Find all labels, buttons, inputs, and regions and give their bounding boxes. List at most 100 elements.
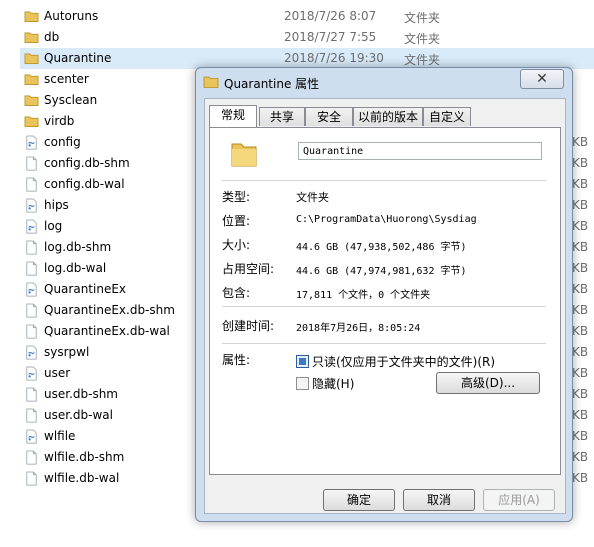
file-size: KB (572, 156, 589, 170)
apply-button[interactable]: 应用(A) (483, 489, 555, 511)
file-size: KB (572, 429, 589, 443)
separator (222, 343, 546, 344)
blank-file-icon (24, 450, 39, 465)
db-file-icon (24, 219, 39, 234)
blank-file-icon (24, 156, 39, 171)
tab-general[interactable]: 常规 (209, 105, 257, 127)
file-date: 2018/7/26 19:30 (284, 51, 384, 65)
tab-security[interactable]: 安全 (305, 107, 353, 126)
file-size: KB (572, 303, 589, 317)
file-size: KB (572, 450, 589, 464)
file-name: wlfile.db-shm (44, 450, 125, 464)
file-name: wlfile (44, 429, 76, 443)
general-panel: Quarantine 类型: 文件夹 位置: C:\ProgramData\Hu… (209, 127, 561, 475)
ok-button[interactable]: 确定 (323, 489, 395, 511)
file-type: 文件夹 (404, 53, 441, 67)
location-value: C:\ProgramData\Huorong\Sysdiag (296, 214, 477, 225)
size-label: 大小: (222, 238, 251, 252)
type-label: 类型: (222, 190, 251, 204)
blank-file-icon (24, 177, 39, 192)
size-on-disk-value: 44.6 GB (47,974,981,632 字节) (296, 266, 467, 277)
advanced-button[interactable]: 高级(D)... (436, 372, 540, 394)
file-name: user (44, 366, 71, 380)
file-type: 文件夹 (404, 11, 441, 25)
dialog-title: Quarantine 属性 (224, 77, 320, 91)
readonly-label[interactable]: 只读(仅应用于文件夹中的文件)(R) (312, 353, 495, 370)
file-name: db (44, 30, 60, 44)
file-row[interactable]: Autoruns 2018/7/26 8:07 文件夹 (20, 6, 594, 27)
file-name: log.db-wal (44, 261, 107, 275)
blank-file-icon (24, 387, 39, 402)
tab-sharing[interactable]: 共享 (259, 107, 305, 126)
file-type: 文件夹 (404, 32, 441, 46)
folder-icon (24, 9, 39, 24)
file-size: KB (572, 345, 589, 359)
folder-icon (24, 114, 39, 129)
file-size: KB (572, 366, 589, 380)
db-file-icon (24, 345, 39, 360)
contains-label: 包含: (222, 286, 251, 300)
file-name: hips (44, 198, 69, 212)
file-name: config.db-shm (44, 156, 130, 170)
file-name: QuarantineEx.db-wal (44, 324, 170, 338)
properties-dialog: Quarantine 属性 ✕ 常规 共享 安全 以前的版本 自定义 Quara… (195, 67, 573, 522)
type-value: 文件夹 (296, 191, 329, 204)
db-file-icon (24, 282, 39, 297)
large-folder-icon (231, 143, 257, 167)
close-button[interactable]: ✕ (520, 69, 564, 89)
hidden-checkbox[interactable] (296, 377, 309, 390)
file-name: Quarantine (44, 51, 112, 65)
folder-icon (24, 30, 39, 45)
file-name: scenter (44, 72, 89, 86)
folder-icon (203, 76, 219, 88)
file-row[interactable]: db 2018/7/27 7:55 文件夹 (20, 27, 594, 48)
db-file-icon (24, 198, 39, 213)
separator (222, 180, 546, 181)
file-name: sysrpwl (44, 345, 90, 359)
file-name: wlfile.db-wal (44, 471, 120, 485)
size-value: 44.6 GB (47,938,502,486 字节) (296, 242, 467, 253)
file-size: KB (572, 135, 589, 149)
folder-name-field[interactable]: Quarantine (298, 142, 542, 160)
file-name: config.db-wal (44, 177, 125, 191)
folder-icon (24, 51, 39, 66)
file-name: config (44, 135, 81, 149)
contains-value: 17,811 个文件，0 个文件夹 (296, 290, 431, 301)
blank-file-icon (24, 408, 39, 423)
created-label: 创建时间: (222, 319, 275, 333)
file-size: KB (572, 219, 589, 233)
file-size: KB (572, 261, 589, 275)
file-name: QuarantineEx.db-shm (44, 303, 175, 317)
folder-icon (24, 93, 39, 108)
file-name: user.db-wal (44, 408, 113, 422)
folder-icon (24, 72, 39, 87)
blank-file-icon (24, 303, 39, 318)
file-size: KB (572, 240, 589, 254)
file-row[interactable]: Quarantine 2018/7/26 19:30 文件夹 (20, 48, 594, 69)
created-value: 2018年7月26日，8:05:24 (296, 323, 421, 334)
file-name: log.db-shm (44, 240, 112, 254)
file-name: QuarantineEx (44, 282, 127, 296)
db-file-icon (24, 429, 39, 444)
file-size: KB (572, 324, 589, 338)
tab-customize[interactable]: 自定义 (423, 107, 471, 126)
file-name: Autoruns (44, 9, 99, 23)
hidden-label[interactable]: 隐藏(H) (312, 375, 354, 392)
location-label: 位置: (222, 214, 251, 228)
size-on-disk-label: 占用空间: (222, 262, 275, 276)
attributes-label: 属性: (222, 353, 251, 367)
separator (222, 306, 546, 307)
dialog-titlebar[interactable]: Quarantine 属性 ✕ (196, 68, 572, 96)
file-size: KB (572, 177, 589, 191)
cancel-button[interactable]: 取消 (403, 489, 475, 511)
tab-previous-versions[interactable]: 以前的版本 (353, 107, 423, 126)
db-file-icon (24, 135, 39, 150)
readonly-checkbox[interactable] (296, 355, 309, 368)
file-name: Sysclean (44, 93, 98, 107)
blank-file-icon (24, 471, 39, 486)
file-size: KB (572, 408, 589, 422)
file-date: 2018/7/27 7:55 (284, 30, 377, 44)
file-name: user.db-shm (44, 387, 118, 401)
file-size: KB (572, 471, 589, 485)
file-size: KB (572, 198, 589, 212)
